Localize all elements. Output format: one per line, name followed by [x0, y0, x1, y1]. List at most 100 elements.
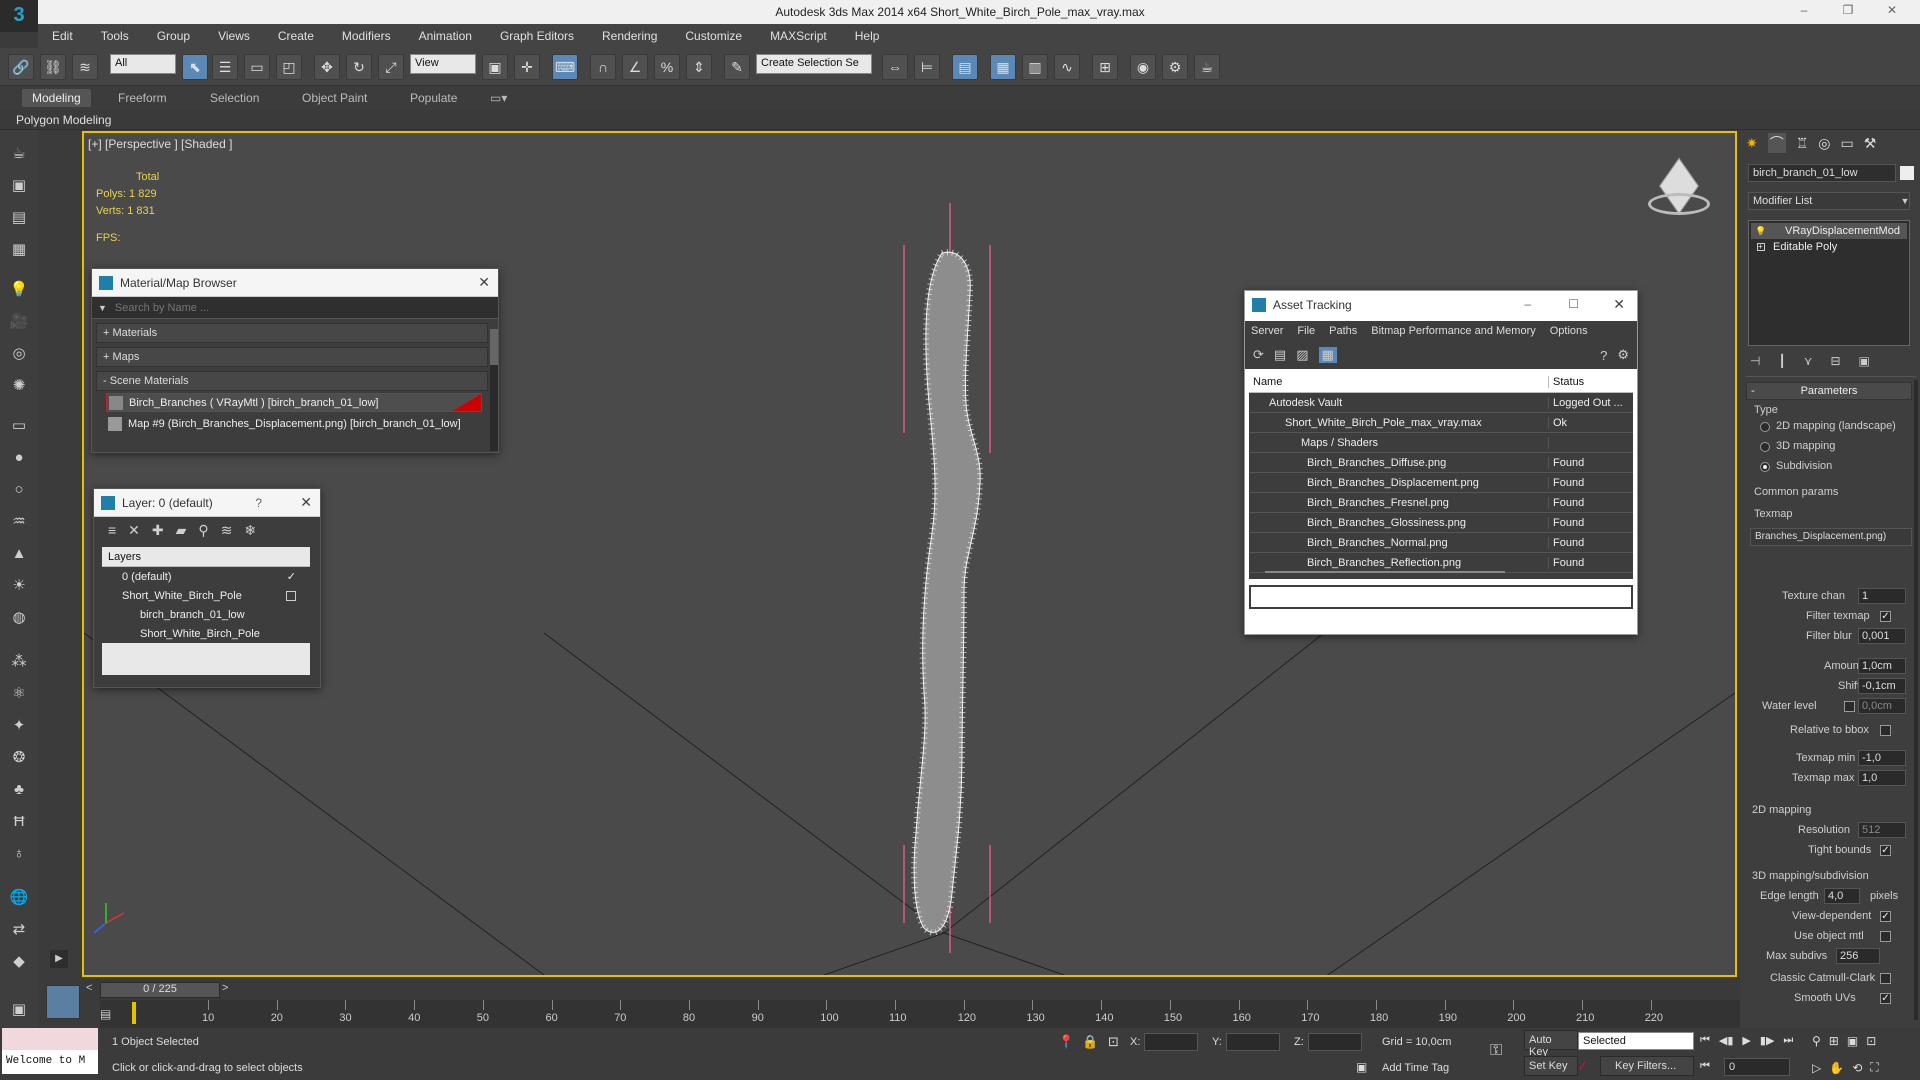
- radio-3d-mapping-label[interactable]: 3D mapping: [1776, 440, 1835, 452]
- radio-2d-mapping-label[interactable]: 2D mapping (landscape): [1776, 420, 1896, 432]
- layer-row[interactable]: 0 (default) ✓: [102, 567, 310, 586]
- lightbulb-icon[interactable]: 💡: [1755, 226, 1769, 237]
- menu-views[interactable]: Views: [218, 29, 250, 43]
- help-icon[interactable]: ?: [1600, 348, 1607, 363]
- absolute-mode-icon[interactable]: ⊡: [1108, 1034, 1119, 1050]
- texmap-min-spinner[interactable]: -1,0: [1858, 750, 1906, 766]
- hdr-icon[interactable]: Ħ: [7, 810, 31, 834]
- view-dependent-checkbox[interactable]: ✓: [1880, 911, 1891, 922]
- radio-2d-mapping[interactable]: [1760, 422, 1770, 432]
- hierarchy-tab-icon[interactable]: ♖: [1796, 135, 1809, 152]
- hide-all-icon[interactable]: ≋: [221, 522, 233, 539]
- x-coord-field[interactable]: [1144, 1033, 1198, 1051]
- radio-3d-mapping[interactable]: [1760, 442, 1770, 452]
- rect-selection-icon[interactable]: ▭: [244, 54, 270, 80]
- zoom-all-icon[interactable]: ⊞: [1829, 1034, 1839, 1048]
- menu-rendering[interactable]: Rendering: [602, 29, 657, 43]
- modifier-list-dropdown[interactable]: Modifier List: [1748, 192, 1910, 210]
- maxscript-listener[interactable]: [2, 1028, 98, 1050]
- selection-lock-icon[interactable]: 🔒: [1082, 1034, 1098, 1050]
- select-object-icon[interactable]: ⬉: [182, 54, 208, 80]
- materials-section[interactable]: + Materials: [96, 323, 488, 343]
- table-row[interactable]: Birch_Branches_Glossiness.png Found: [1249, 513, 1633, 533]
- schematic-view-icon[interactable]: ⊞: [1092, 54, 1118, 80]
- crowd-icon[interactable]: ♁: [7, 842, 31, 866]
- material-editor-icon[interactable]: ◉: [1130, 54, 1156, 80]
- table-row[interactable]: Birch_Branches_Diffuse.png Found: [1249, 453, 1633, 473]
- time-tag-icon[interactable]: ▣: [1356, 1060, 1367, 1074]
- app-menu-logo-icon[interactable]: 3: [0, 0, 38, 32]
- atom-icon[interactable]: ❂: [7, 746, 31, 770]
- previous-frame-icon[interactable]: ◀▮: [1719, 1034, 1734, 1047]
- current-layer-check-icon[interactable]: ✓: [287, 570, 296, 583]
- scene-converter-icon[interactable]: ⇄: [7, 918, 31, 942]
- add-to-layer-icon[interactable]: ✚: [152, 522, 164, 539]
- table-row[interactable]: Autodesk Vault Logged Out ...: [1249, 393, 1633, 413]
- menu-bitmap-performance[interactable]: Bitmap Performance and Memory: [1371, 325, 1535, 337]
- key-filters-button[interactable]: Key Filters...: [1600, 1056, 1694, 1076]
- select-by-name-icon[interactable]: ☰: [212, 54, 238, 80]
- list-item[interactable]: Map #9 (Birch_Branches_Displacement.png)…: [106, 414, 482, 433]
- named-selection-set-dropdown[interactable]: Create Selection Se: [756, 54, 872, 74]
- close-icon[interactable]: ✕: [1613, 296, 1625, 313]
- curve-editor-icon[interactable]: ∿: [1054, 54, 1080, 80]
- select-manipulate-icon[interactable]: ✛: [514, 54, 540, 80]
- table-row[interactable]: Birch_Branches_Displacement.png Found: [1249, 473, 1633, 493]
- column-header-status[interactable]: Status: [1549, 376, 1584, 388]
- app-store-icon[interactable]: ◆: [7, 950, 31, 974]
- chevron-down-icon[interactable]: ▼: [1898, 192, 1912, 210]
- angle-snap-icon[interactable]: ∠: [622, 54, 648, 80]
- stack-item-editable-poly[interactable]: + Editable Poly: [1751, 239, 1907, 255]
- menu-customize[interactable]: Customize: [685, 29, 742, 43]
- set-key-button[interactable]: Set Key: [1524, 1056, 1578, 1076]
- highlight-layer-icon[interactable]: ⚲: [198, 522, 208, 539]
- menu-graph-editors[interactable]: Graph Editors: [500, 29, 574, 43]
- scale-icon[interactable]: ⤢: [378, 54, 404, 80]
- snaps-toggle-icon[interactable]: ∩: [590, 54, 616, 80]
- configure-sets-icon[interactable]: ▣: [1859, 354, 1870, 368]
- menu-group[interactable]: Group: [157, 29, 190, 43]
- resolution-spinner[interactable]: 512: [1858, 822, 1906, 838]
- list-item[interactable]: Birch_Branches ( VRayMtl ) [birch_branch…: [106, 393, 482, 412]
- table-row[interactable]: Birch_Branches_Fresnel.png Found: [1249, 493, 1633, 513]
- list-view-icon[interactable]: ▤: [1274, 347, 1286, 363]
- sun-icon[interactable]: ☀: [7, 574, 31, 598]
- pan-icon[interactable]: ✋: [1829, 1061, 1844, 1075]
- mirror-icon[interactable]: ⇔: [882, 54, 908, 80]
- filter-texmap-checkbox[interactable]: ✓: [1880, 611, 1891, 622]
- menu-animation[interactable]: Animation: [419, 29, 472, 43]
- smooth-uvs-checkbox[interactable]: ✓: [1880, 993, 1891, 1004]
- select-in-layer-icon[interactable]: ▰: [176, 522, 187, 539]
- parameters-rollout[interactable]: - Parameters: [1746, 382, 1912, 400]
- field-of-view-icon[interactable]: ▷: [1812, 1061, 1821, 1075]
- vault-settings-icon[interactable]: ⚙: [1617, 347, 1629, 363]
- current-frame-field[interactable]: 0: [1724, 1058, 1790, 1076]
- asset-path-field[interactable]: [1249, 585, 1633, 609]
- render-frame-icon[interactable]: ▣: [7, 174, 31, 198]
- tab-selection[interactable]: Selection: [210, 91, 259, 105]
- add-time-tag-label[interactable]: Add Time Tag: [1382, 1062, 1449, 1074]
- tab-object-paint[interactable]: Object Paint: [302, 91, 367, 105]
- close-icon[interactable]: ✕: [478, 274, 490, 291]
- layer-row[interactable]: Short_White_Birch_Pole: [102, 586, 310, 605]
- table-view-icon[interactable]: ▦: [1318, 347, 1337, 363]
- fur-icon[interactable]: ♒: [7, 510, 31, 534]
- tight-bounds-checkbox[interactable]: ✓: [1880, 845, 1891, 856]
- play-viewport-icon[interactable]: ▶: [50, 950, 68, 968]
- amount-spinner[interactable]: 1,0cm: [1858, 658, 1906, 674]
- move-icon[interactable]: ✥: [314, 54, 340, 80]
- utilities-tab-icon[interactable]: ⚒: [1864, 135, 1877, 152]
- menu-edit[interactable]: Edit: [52, 29, 73, 43]
- show-end-result-icon[interactable]: ┃: [1778, 354, 1785, 368]
- cone-icon[interactable]: ▲: [7, 542, 31, 566]
- shift-spinner[interactable]: -0,1cm: [1858, 678, 1906, 694]
- camera-icon[interactable]: 🎥: [7, 310, 31, 334]
- play-icon[interactable]: ▶: [1742, 1034, 1750, 1047]
- water-level-spinner[interactable]: 0,0cm: [1858, 698, 1906, 714]
- table-row[interactable]: Birch_Branches_Reflection.png Found: [1249, 553, 1633, 573]
- physics-icon[interactable]: ⚛: [7, 682, 31, 706]
- grid-icon[interactable]: ▦: [7, 238, 31, 262]
- zoom-extents-all-icon[interactable]: ⊡: [1866, 1034, 1876, 1048]
- teapot-icon[interactable]: ☕: [7, 142, 31, 166]
- column-header-name[interactable]: Name: [1249, 375, 1549, 388]
